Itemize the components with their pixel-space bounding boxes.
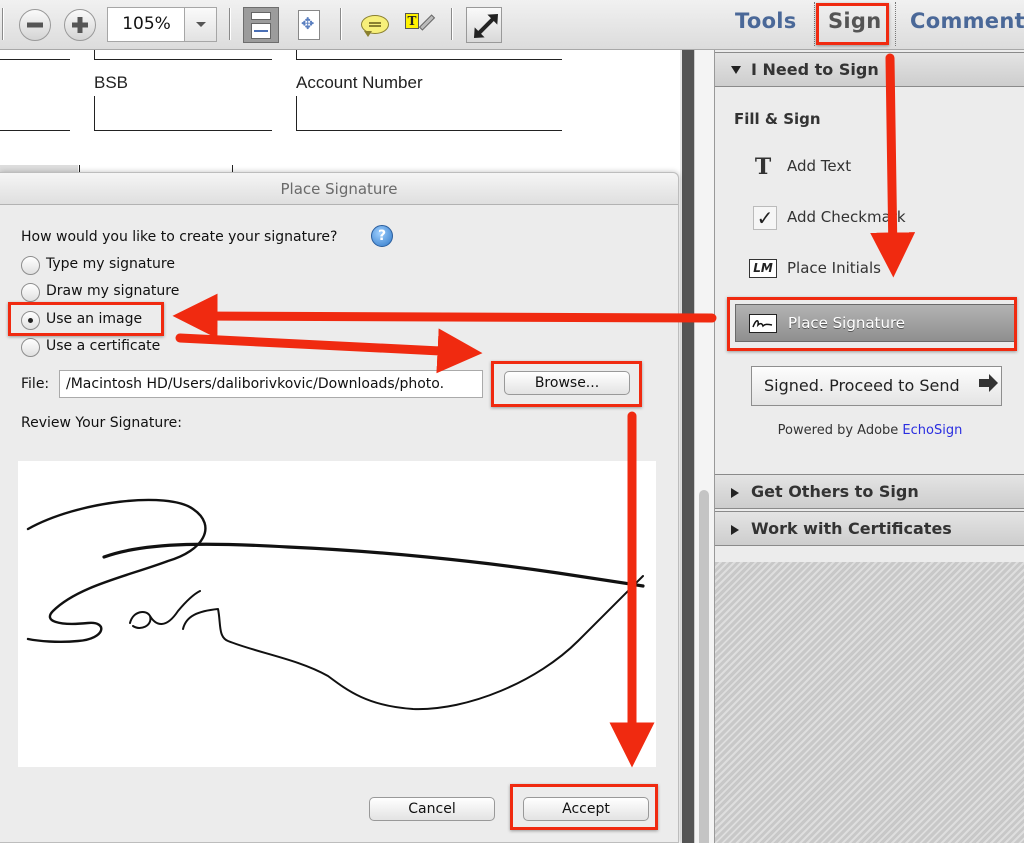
highlight-text-button[interactable]: T — [403, 7, 439, 43]
fill-sign-heading: Fill & Sign — [734, 110, 821, 128]
radio-type-signature[interactable] — [21, 256, 40, 275]
arrow-right-icon — [979, 374, 998, 392]
proceed-to-send-label: Signed. Proceed to Send — [764, 376, 960, 395]
pencil-icon — [418, 14, 436, 31]
signature-method-question: How would you like to create your signat… — [21, 229, 338, 245]
radio-draw-signature-label[interactable]: Draw my signature — [46, 283, 179, 299]
section-work-with-certificates[interactable]: Work with Certificates — [715, 511, 1024, 546]
place-initials-tool[interactable]: LM Place Initials — [715, 249, 1024, 289]
zoom-out-icon — [27, 22, 43, 28]
radio-use-certificate[interactable] — [21, 338, 40, 357]
fit-width-icon — [251, 12, 271, 20]
tab-tools[interactable]: Tools — [735, 9, 797, 33]
toolbar-separator — [2, 8, 4, 40]
document-scrollbar-thumb[interactable] — [699, 490, 709, 843]
checkmark-icon: ✓ — [753, 206, 777, 230]
form-line — [296, 50, 297, 59]
section-i-need-to-sign[interactable]: I Need to Sign — [715, 52, 1024, 87]
form-line — [296, 59, 562, 60]
full-screen-button[interactable] — [466, 7, 502, 43]
form-line — [94, 96, 95, 131]
highlight-text-icon: T — [405, 13, 419, 29]
file-path-input[interactable]: /Macintosh HD/Users/daliborivkovic/Downl… — [59, 370, 483, 398]
triangle-down-icon — [731, 66, 741, 74]
radio-type-signature-label[interactable]: Type my signature — [46, 256, 175, 272]
echosign-link[interactable]: EchoSign — [902, 423, 962, 438]
add-text-label: Add Text — [787, 157, 852, 175]
radio-draw-signature[interactable] — [21, 283, 40, 302]
form-line — [0, 130, 70, 131]
zoom-out-button[interactable] — [19, 9, 51, 41]
toolbar-separator — [229, 8, 231, 40]
cancel-button[interactable]: Cancel — [369, 797, 495, 821]
dialog-title: Place Signature — [280, 180, 398, 198]
place-signature-label: Place Signature — [788, 314, 906, 332]
triangle-right-icon — [731, 525, 739, 535]
file-label: File: — [21, 376, 50, 392]
add-comment-button[interactable] — [358, 7, 394, 43]
bsb-field[interactable] — [94, 130, 272, 131]
account-number-label: Account Number — [296, 73, 423, 92]
text-icon: T — [754, 154, 772, 180]
account-number-field[interactable] — [296, 130, 562, 131]
radio-use-image[interactable] — [21, 311, 40, 330]
radio-use-certificate-label[interactable]: Use a certificate — [46, 338, 160, 354]
fit-width-button[interactable] — [243, 7, 279, 43]
form-line — [94, 50, 95, 59]
zoom-in-button[interactable] — [64, 9, 96, 41]
section-get-others-label: Get Others to Sign — [751, 482, 919, 501]
radio-use-image-label[interactable]: Use an image — [46, 311, 142, 327]
signature-image — [26, 498, 645, 711]
initials-icon: LM — [749, 259, 777, 278]
zoom-level-value[interactable]: 105% — [108, 8, 185, 41]
app-window: 105% T Tools Sign Comment — [0, 0, 1024, 843]
panel-empty-area — [715, 562, 1024, 843]
powered-by-text: Powered by Adobe EchoSign — [715, 423, 1024, 438]
bsb-label: BSB — [94, 73, 129, 92]
signature-icon — [749, 314, 777, 333]
triangle-right-icon — [731, 488, 739, 498]
zoom-in-icon-vertical — [77, 17, 83, 33]
review-signature-label: Review Your Signature: — [21, 415, 182, 431]
browse-button[interactable]: Browse... — [504, 371, 630, 395]
zoom-level-select[interactable]: 105% — [107, 7, 217, 42]
section-certificates-label: Work with Certificates — [751, 519, 952, 538]
sign-panel: I Need to Sign Fill & Sign T Add Text ✓ … — [714, 50, 1024, 843]
form-line — [296, 96, 297, 131]
help-icon[interactable]: ? — [371, 225, 393, 247]
splitter[interactable] — [682, 50, 694, 843]
tab-sign[interactable]: Sign — [828, 9, 882, 33]
section-i-need-to-sign-label: I Need to Sign — [751, 60, 879, 79]
fit-width-icon-arrow — [254, 30, 268, 32]
signature-preview — [18, 461, 656, 767]
section-get-others-to-sign[interactable]: Get Others to Sign — [715, 474, 1024, 509]
accept-button[interactable]: Accept — [523, 797, 649, 821]
toolbar: 105% T Tools Sign Comment — [0, 0, 1024, 50]
fit-page-icon — [298, 10, 320, 40]
signature-icon-glyph — [752, 320, 773, 328]
toolbar-separator — [451, 8, 453, 40]
add-checkmark-label: Add Checkmark — [787, 208, 906, 226]
toolbar-separator — [340, 8, 342, 40]
tab-comment[interactable]: Comment — [910, 9, 1024, 33]
proceed-to-send-button[interactable]: Signed. Proceed to Send — [751, 366, 1002, 406]
add-text-tool[interactable]: T Add Text — [715, 147, 1024, 187]
form-line — [0, 59, 70, 60]
place-signature-dialog: Place Signature How would you like to cr… — [0, 172, 679, 843]
form-line — [94, 59, 272, 60]
add-checkmark-tool[interactable]: ✓ Add Checkmark — [715, 198, 1024, 238]
place-initials-label: Place Initials — [787, 259, 881, 277]
chevron-down-icon[interactable] — [184, 8, 216, 41]
full-screen-icon — [476, 16, 496, 36]
powered-by-prefix: Powered by Adobe — [777, 423, 903, 438]
dialog-titlebar[interactable]: Place Signature — [0, 173, 678, 205]
fit-page-button[interactable] — [291, 7, 327, 43]
comment-bubble-tail — [364, 31, 372, 37]
place-signature-tool[interactable]: Place Signature — [735, 304, 1016, 342]
